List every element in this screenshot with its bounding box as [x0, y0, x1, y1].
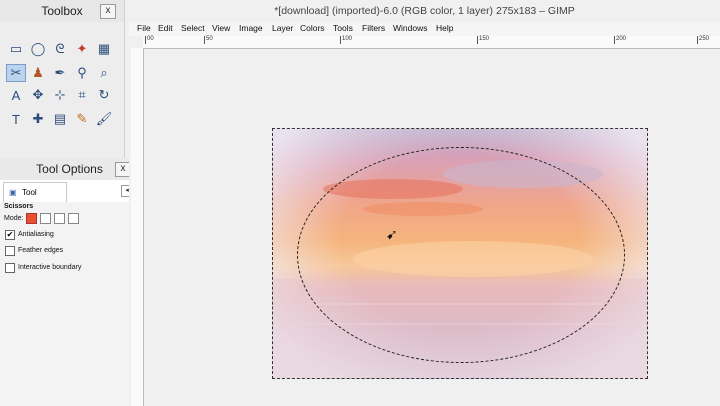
rect-select-tool-icon[interactable]: ▭: [6, 40, 26, 58]
blend-tool-icon[interactable]: ▤: [50, 110, 70, 128]
toolbox-window: Toolbox x ▭ ◯ ᘓ ✦ ▦ ✂ ♟ ✒ ⚲ ⌕ A ✥ ⊹ ⌗ ↻ …: [0, 0, 125, 160]
menu-view[interactable]: View: [212, 23, 230, 33]
menu-help[interactable]: Help: [436, 23, 453, 33]
align-tool-icon[interactable]: ⊹: [50, 86, 70, 104]
mode-add-button[interactable]: [40, 213, 51, 224]
move-tool-icon[interactable]: ✥: [28, 86, 48, 104]
toolbox-close-button[interactable]: x: [100, 4, 116, 19]
mouse-cursor-icon: ➹: [386, 226, 398, 242]
antialiasing-checkbox[interactable]: ✔: [5, 230, 15, 240]
toolbox-titlebar[interactable]: Toolbox x: [0, 0, 124, 22]
measure-tool-icon[interactable]: A: [6, 86, 26, 104]
scissors-select-tool-icon[interactable]: ✂: [6, 64, 26, 82]
ruler-tick: 50: [204, 36, 213, 44]
ruler-tick: 200: [614, 36, 627, 44]
free-select-tool-icon[interactable]: ᘓ: [50, 40, 70, 58]
image-window-titlebar[interactable]: *[download] (imported)-6.0 (RGB color, 1…: [129, 0, 720, 22]
tool-options-tab-icon: ▣: [9, 188, 17, 197]
heal-tool-icon[interactable]: ✚: [28, 110, 48, 128]
scissors-selection-path[interactable]: [297, 147, 625, 363]
text-tool-icon[interactable]: T: [6, 110, 26, 128]
menu-select[interactable]: Select: [181, 23, 205, 33]
ruler-tick: 250: [697, 36, 710, 44]
crop-tool-icon[interactable]: ⌗: [72, 86, 92, 104]
feather-edges-checkbox[interactable]: [5, 246, 15, 256]
vertical-ruler[interactable]: [131, 48, 144, 406]
toolbox-title: Toolbox: [41, 4, 83, 18]
paths-tool-icon[interactable]: ✒: [50, 64, 70, 82]
color-picker-tool-icon[interactable]: ⚲: [72, 64, 92, 82]
tab-tool-options[interactable]: ▣Tool Options: [3, 182, 67, 216]
horizontal-ruler[interactable]: 00 50 100 150 200 250: [143, 36, 720, 49]
rotate-tool-icon[interactable]: ↻: [94, 86, 114, 104]
mode-label: Mode:: [4, 215, 24, 222]
mode-intersect-button[interactable]: [68, 213, 79, 224]
tool-name-label: Scissors: [4, 203, 34, 210]
paintbrush-tool-icon[interactable]: 🖌: [94, 110, 114, 128]
menu-file[interactable]: File: [137, 23, 151, 33]
tool-options-window: Tool Options x ▣Tool Options ◂ Scissors …: [0, 158, 140, 406]
menu-windows[interactable]: Windows: [393, 23, 427, 33]
menu-filters[interactable]: Filters: [362, 23, 385, 33]
interactive-boundary-label: Interactive boundary: [18, 264, 82, 271]
pencil-tool-icon[interactable]: ✎: [72, 110, 92, 128]
menu-tools[interactable]: Tools: [333, 23, 353, 33]
fuzzy-select-tool-icon[interactable]: ✦: [72, 40, 92, 58]
feather-edges-label: Feather edges: [18, 247, 64, 254]
mode-subtract-button[interactable]: [54, 213, 65, 224]
menu-colors[interactable]: Colors: [300, 23, 325, 33]
ellipse-select-tool-icon[interactable]: ◯: [28, 40, 48, 58]
interactive-boundary-checkbox[interactable]: [5, 263, 15, 273]
menu-edit[interactable]: Edit: [158, 23, 173, 33]
menu-layer[interactable]: Layer: [272, 23, 293, 33]
menu-image[interactable]: Image: [239, 23, 263, 33]
zoom-tool-icon[interactable]: ⌕: [94, 64, 114, 82]
image-window-title: *[download] (imported)-6.0 (RGB color, 1…: [274, 5, 575, 17]
menubar: File Edit Select View Image Layer Colors…: [129, 22, 720, 36]
tool-options-title: Tool Options: [36, 162, 103, 176]
tool-options-titlebar[interactable]: Tool Options x: [0, 158, 139, 180]
foreground-select-tool-icon[interactable]: ♟: [28, 64, 48, 82]
ruler-tick: 00: [145, 36, 154, 44]
image-window: *[download] (imported)-6.0 (RGB color, 1…: [129, 0, 720, 406]
color-select-tool-icon[interactable]: ▦: [94, 40, 114, 58]
antialiasing-label: Antialiasing: [18, 231, 54, 238]
tool-options-panel: Scissors Mode: ✔ Antialiasing Feather ed…: [0, 202, 139, 406]
ruler-tick: 100: [340, 36, 353, 44]
mode-replace-button[interactable]: [26, 213, 37, 224]
ruler-tick: 150: [477, 36, 490, 44]
